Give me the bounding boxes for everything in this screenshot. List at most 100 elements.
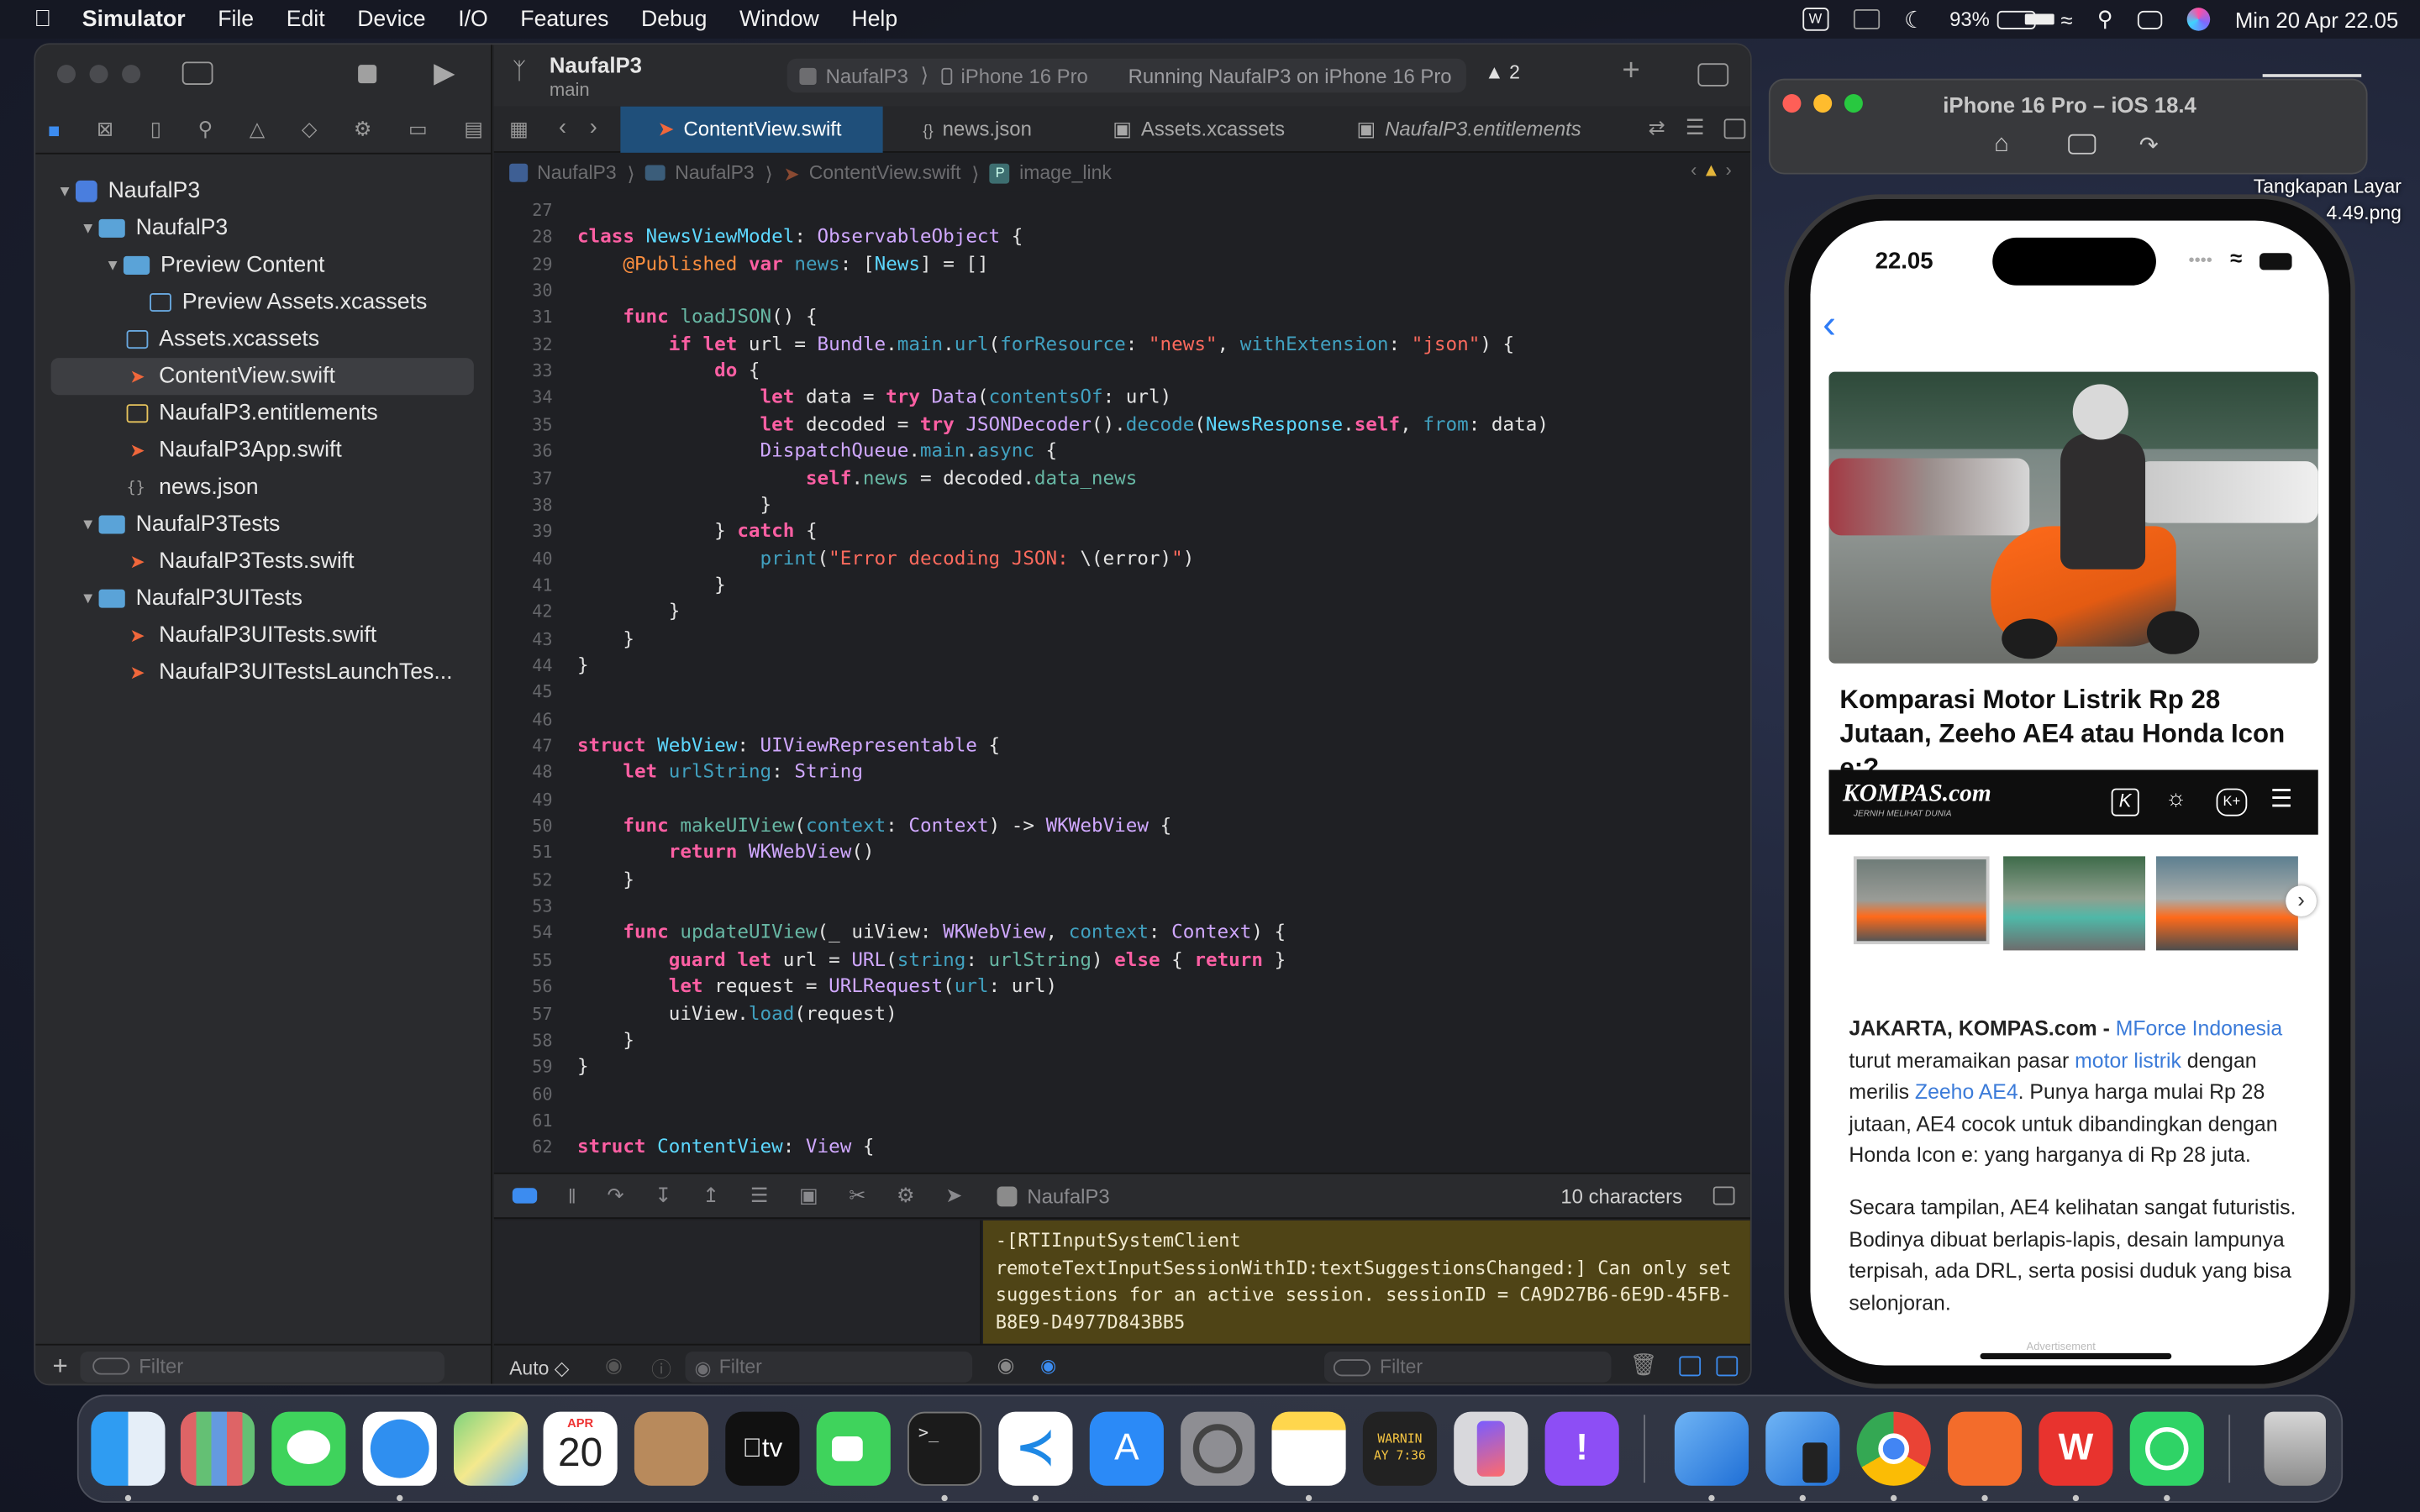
line-number[interactable]: 41	[494, 575, 552, 596]
article-hero-image[interactable]	[1828, 371, 2318, 664]
console-filter-field[interactable]: Filter	[1323, 1351, 1612, 1383]
iphone-mirroring-icon[interactable]	[1454, 1411, 1528, 1486]
wifi-icon[interactable]: ≈	[2060, 7, 2072, 31]
simulator-icon[interactable]	[1765, 1411, 1840, 1486]
menu-file[interactable]: File	[218, 7, 254, 31]
menu-window[interactable]: Window	[739, 7, 819, 31]
breadcrumb-project[interactable]: NaufalP3	[537, 162, 616, 184]
line-number[interactable]: 46	[494, 709, 552, 729]
debug-toggle-icon[interactable]: ◉	[1040, 1355, 1056, 1377]
desktop-file-icon[interactable]	[2262, 74, 2362, 77]
line-number[interactable]: 61	[494, 1110, 552, 1131]
vscode-icon[interactable]: ≺	[998, 1411, 1073, 1486]
line-number[interactable]: 56	[494, 977, 552, 997]
home-icon[interactable]: ⌂	[1994, 131, 2009, 159]
chrome-icon[interactable]	[1856, 1411, 1931, 1486]
line-number[interactable]: 48	[494, 763, 552, 783]
code-line[interactable]: func makeUIView(context: Context) -> WKW…	[577, 815, 1171, 837]
issue-nav-icons[interactable]: ‹ ▲ ›	[1691, 159, 1732, 181]
apple-tv-icon[interactable]: tv	[725, 1411, 800, 1486]
menu-edit[interactable]: Edit	[287, 7, 325, 31]
warning-badge[interactable]: ▲ 2	[1485, 61, 1520, 83]
code-line[interactable]: struct WebView: UIViewRepresentable {	[577, 734, 1000, 756]
find-icon[interactable]: ⚲	[198, 118, 213, 142]
kompas-k-icon[interactable]: K	[2111, 788, 2139, 816]
eye-icon[interactable]: ◉	[605, 1353, 623, 1378]
info-icon[interactable]: ⓘ	[651, 1353, 671, 1383]
line-number[interactable]: 44	[494, 655, 552, 675]
eye-icon[interactable]: ◉	[997, 1353, 1015, 1378]
auto-variables-selector[interactable]: Auto ◇	[509, 1356, 569, 1379]
run-icon[interactable]: ▶	[434, 57, 455, 90]
menu-debug[interactable]: Debug	[641, 7, 707, 31]
chevron-down-icon[interactable]: ▼	[77, 516, 99, 533]
pause-icon[interactable]: ‖	[568, 1184, 576, 1208]
memory-graph-icon[interactable]: ▣	[799, 1184, 818, 1208]
code-line[interactable]: guard let url = URL(string: urlString) e…	[577, 948, 1286, 970]
test-icon[interactable]: ◇	[302, 118, 317, 142]
line-number[interactable]: 32	[494, 334, 552, 354]
folder-nav-icon[interactable]: ■	[48, 118, 60, 142]
kompas-plus-icon[interactable]: K+	[2216, 788, 2248, 816]
nav-item-uitests-launch[interactable]: ➤ NaufalP3UITestsLaunchTes...	[127, 654, 453, 691]
issue-icon[interactable]: △	[250, 118, 265, 142]
line-number[interactable]: 28	[494, 228, 552, 248]
menu-io[interactable]: I/O	[458, 7, 488, 31]
line-number[interactable]: 55	[494, 950, 552, 970]
line-number[interactable]: 59	[494, 1058, 552, 1078]
finder-icon[interactable]	[91, 1411, 166, 1486]
code-line[interactable]: func loadJSON() {	[577, 306, 817, 328]
launchpad-icon[interactable]	[180, 1411, 255, 1486]
line-number[interactable]: 35	[494, 415, 552, 435]
wps-status-icon[interactable]: W	[1802, 8, 1828, 31]
code-line[interactable]: DispatchQueue.main.async {	[577, 440, 1058, 462]
maps-icon[interactable]	[454, 1411, 529, 1486]
breadcrumb-file[interactable]: ContentView.swift	[809, 162, 961, 184]
chevron-down-icon[interactable]: ▼	[77, 591, 99, 607]
view-hierarchy-icon[interactable]: ☰	[750, 1184, 768, 1208]
code-line[interactable]: if let url = Bundle.main.url(forResource…	[577, 333, 1514, 354]
navigator-filter-field[interactable]: Filter	[80, 1351, 445, 1382]
nav-item-group[interactable]: ▼ NaufalP3	[77, 210, 229, 247]
tab-assets[interactable]: ▣ Assets.xcassets	[1073, 107, 1320, 153]
forward-icon[interactable]: ›	[590, 114, 597, 140]
gallery-thumbnail-3[interactable]	[2155, 856, 2298, 951]
stop-icon[interactable]	[358, 65, 377, 84]
code-line[interactable]: }	[577, 574, 726, 596]
code-line[interactable]: let decoded = try JSONDecoder().decode(N…	[577, 413, 1549, 435]
hide-debug-area-icon[interactable]	[512, 1188, 538, 1204]
facetime-icon[interactable]	[816, 1411, 891, 1486]
code-line[interactable]: }	[577, 654, 589, 676]
line-number[interactable]: 54	[494, 923, 552, 943]
line-number[interactable]: 52	[494, 869, 552, 890]
location-icon[interactable]: ➤	[945, 1184, 962, 1208]
chevron-down-icon[interactable]: ▼	[102, 257, 124, 274]
safari-icon[interactable]	[362, 1411, 437, 1486]
nav-item-tests[interactable]: ▼ NaufalP3Tests	[77, 506, 281, 543]
grid-icon[interactable]: ▦	[509, 118, 529, 142]
code-editor[interactable]: 27 28 class NewsViewModel: ObservableObjec…	[494, 199, 1750, 1171]
code-line[interactable]: }	[577, 869, 634, 890]
stage-manager-icon[interactable]	[1853, 9, 1880, 29]
line-number[interactable]: 50	[494, 816, 552, 837]
add-icon[interactable]: +	[52, 1351, 67, 1382]
line-number[interactable]: 51	[494, 843, 552, 864]
line-number[interactable]: 62	[494, 1137, 552, 1158]
minimize-button[interactable]	[89, 65, 108, 84]
line-number[interactable]: 53	[494, 896, 552, 916]
branch-name[interactable]: main	[550, 79, 590, 101]
add-library-icon[interactable]: +	[1622, 54, 1639, 89]
line-number[interactable]: 29	[494, 254, 552, 274]
link-mforce[interactable]: MForce Indonesia	[2116, 1016, 2282, 1040]
link-zeeho[interactable]: Zeeho AE4	[1915, 1080, 2018, 1104]
line-number[interactable]: 39	[494, 522, 552, 542]
line-number[interactable]: 38	[494, 495, 552, 515]
console-app-icon[interactable]: WARNIN AY 7:36	[1362, 1411, 1438, 1486]
variables-filter-field[interactable]: ◉ Filter	[685, 1351, 973, 1383]
link-motor-listrik[interactable]: motor listrik	[2075, 1048, 2181, 1072]
gallery-next-icon[interactable]: ›	[2286, 885, 2317, 917]
apple-icon[interactable]: 	[34, 6, 51, 32]
app-store-icon[interactable]: A	[1089, 1411, 1164, 1486]
nav-item-preview-content[interactable]: ▼ Preview Content	[102, 247, 324, 284]
siri-icon[interactable]	[2186, 8, 2211, 31]
